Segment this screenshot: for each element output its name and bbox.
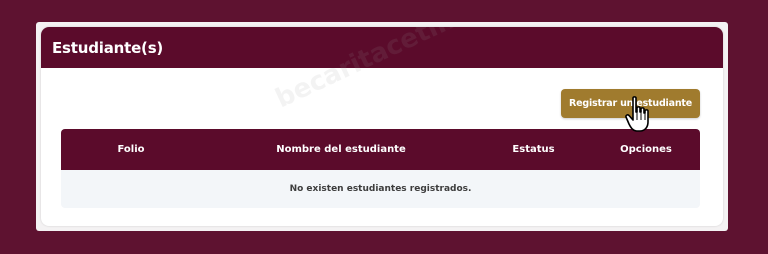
column-header-nombre: Nombre del estudiante bbox=[276, 144, 406, 155]
students-card: Estudiante(s) Registrar un estudiante Fo… bbox=[41, 27, 723, 226]
table-header: Folio Nombre del estudiante Estatus Opci… bbox=[61, 129, 700, 170]
students-table: Folio Nombre del estudiante Estatus Opci… bbox=[61, 129, 700, 208]
empty-table-message: No existen estudiantes registrados. bbox=[289, 184, 472, 194]
column-header-opciones: Opciones bbox=[620, 144, 672, 155]
card-title: Estudiante(s) bbox=[52, 38, 164, 57]
hand-pointer-cursor-icon bbox=[625, 96, 649, 132]
card-header: Estudiante(s) bbox=[41, 27, 723, 68]
column-header-estatus: Estatus bbox=[512, 144, 555, 155]
column-header-folio: Folio bbox=[117, 144, 145, 155]
